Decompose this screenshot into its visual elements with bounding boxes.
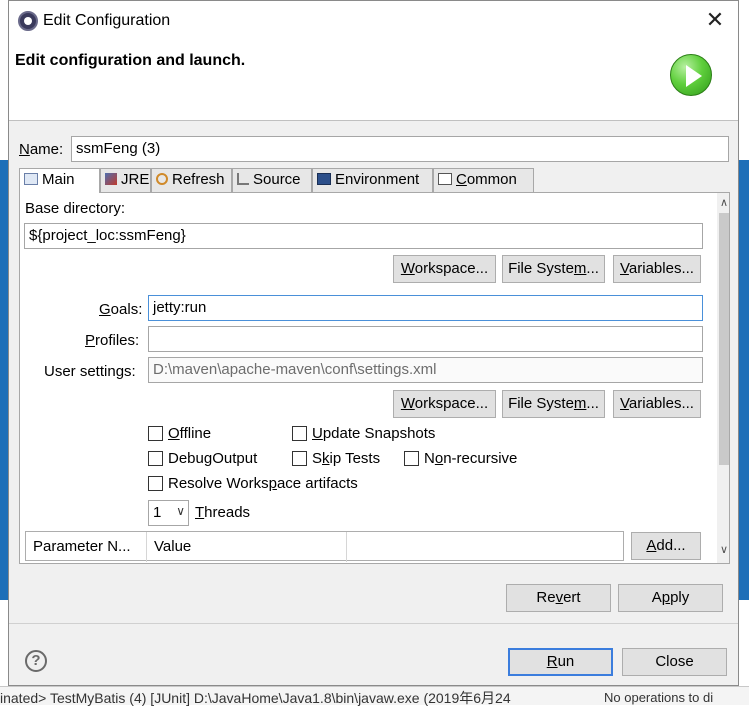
- file-system-button[interactable]: File System...: [502, 255, 605, 283]
- dialog-header: Edit configuration and launch.: [9, 41, 738, 121]
- revert-button[interactable]: Revert: [506, 584, 611, 612]
- resolve-workspace-checkbox-box[interactable]: [148, 476, 163, 491]
- variables-button[interactable]: Variables...: [613, 255, 701, 283]
- tab-source[interactable]: Source: [232, 168, 312, 192]
- user-settings-input[interactable]: D:\maven\apache-maven\conf\settings.xml: [148, 357, 703, 383]
- scroll-up-icon[interactable]: ∧: [718, 196, 729, 210]
- offline-checkbox[interactable]: Offline: [148, 425, 211, 442]
- skip-tests-checkbox-box[interactable]: [292, 451, 307, 466]
- base-directory-input[interactable]: ${project_loc:ssmFeng}: [24, 223, 703, 249]
- panel-scrollbar[interactable]: ∧ ∨: [717, 193, 729, 563]
- console-right-text: No operations to di: [604, 690, 714, 705]
- common-tab-icon: [438, 173, 452, 185]
- jre-tab-icon: [105, 173, 117, 185]
- environment-tab-icon: [317, 173, 331, 185]
- profiles-input[interactable]: [148, 326, 703, 352]
- parameter-name-column-header[interactable]: Parameter N...: [26, 532, 147, 562]
- main-tab-icon: [24, 173, 38, 185]
- parameter-value-column-header[interactable]: Value: [147, 532, 347, 562]
- tab-refresh[interactable]: Refresh: [151, 168, 232, 192]
- base-directory-label: Base directory:: [25, 200, 126, 217]
- scrollbar-thumb[interactable]: [719, 213, 729, 465]
- threads-label: Threads: [195, 504, 251, 521]
- add-parameter-button[interactable]: Add...: [631, 532, 701, 560]
- update-snapshots-checkbox-box[interactable]: [292, 426, 307, 441]
- threads-select[interactable]: 1 ∨: [148, 500, 189, 526]
- non-recursive-checkbox-box[interactable]: [404, 451, 419, 466]
- profiles-label: Profiles:: [85, 332, 140, 349]
- scroll-down-icon[interactable]: ∨: [718, 543, 729, 557]
- eclipse-icon: [18, 11, 38, 31]
- tab-jre[interactable]: JRE: [100, 168, 151, 192]
- window-title: Edit Configuration: [43, 12, 171, 29]
- close-button[interactable]: Close: [622, 648, 727, 676]
- goals-input[interactable]: jetty:run: [148, 295, 703, 321]
- non-recursive-checkbox[interactable]: No n-recursive: [404, 450, 517, 467]
- name-label: Name:: [19, 141, 64, 158]
- debug-output-checkbox-box[interactable]: [148, 451, 163, 466]
- user-settings-label: User settings:: [44, 363, 136, 380]
- variables-button-2[interactable]: Variables...: [613, 390, 701, 418]
- help-icon[interactable]: ?: [25, 650, 47, 672]
- apply-button[interactable]: Apply: [618, 584, 723, 612]
- background-ide-right: [739, 0, 749, 705]
- close-icon[interactable]: ✕: [704, 9, 726, 31]
- refresh-tab-icon: [156, 173, 168, 185]
- debug-output-checkbox[interactable]: Debu g Output: [148, 450, 257, 467]
- header-title: Edit configuration and launch.: [15, 52, 246, 69]
- tab-main[interactable]: Main: [19, 168, 100, 193]
- background-console-line: inated> TestMyBatis (4) [JUnit] D:\JavaH…: [0, 686, 749, 706]
- name-input[interactable]: ssmFeng (3): [71, 136, 729, 162]
- title-bar: Edit Configuration ✕: [9, 1, 738, 41]
- file-system-button-2[interactable]: File System...: [502, 390, 605, 418]
- resolve-workspace-checkbox[interactable]: Resolve Works p ace artifacts: [148, 475, 358, 492]
- tab-common[interactable]: Common: [433, 168, 534, 192]
- run-button[interactable]: Run: [508, 648, 613, 676]
- tab-environment[interactable]: Environment: [312, 168, 433, 192]
- chevron-down-icon: ∨: [176, 504, 185, 518]
- workspace-button-2[interactable]: Workspace...: [393, 390, 496, 418]
- run-icon: [670, 54, 712, 96]
- console-text: inated> TestMyBatis (4) [JUnit] D:\JavaH…: [0, 690, 511, 706]
- edit-configuration-dialog: Edit Configuration ✕ Edit configuration …: [8, 0, 739, 686]
- parameter-table[interactable]: Parameter N... Value: [25, 531, 624, 562]
- workspace-button[interactable]: Workspace...: [393, 255, 496, 283]
- goals-label: Goals:: [99, 301, 143, 318]
- footer-separator: [9, 623, 738, 624]
- update-snapshots-checkbox[interactable]: Update Snapshots: [292, 425, 435, 442]
- offline-checkbox-box[interactable]: [148, 426, 163, 441]
- source-tab-icon: [237, 173, 249, 185]
- threads-value: 1: [153, 504, 162, 521]
- skip-tests-checkbox[interactable]: Sk ip Tests: [292, 450, 380, 467]
- main-tab-panel: Base directory: ${project_loc:ssmFeng} W…: [19, 192, 730, 564]
